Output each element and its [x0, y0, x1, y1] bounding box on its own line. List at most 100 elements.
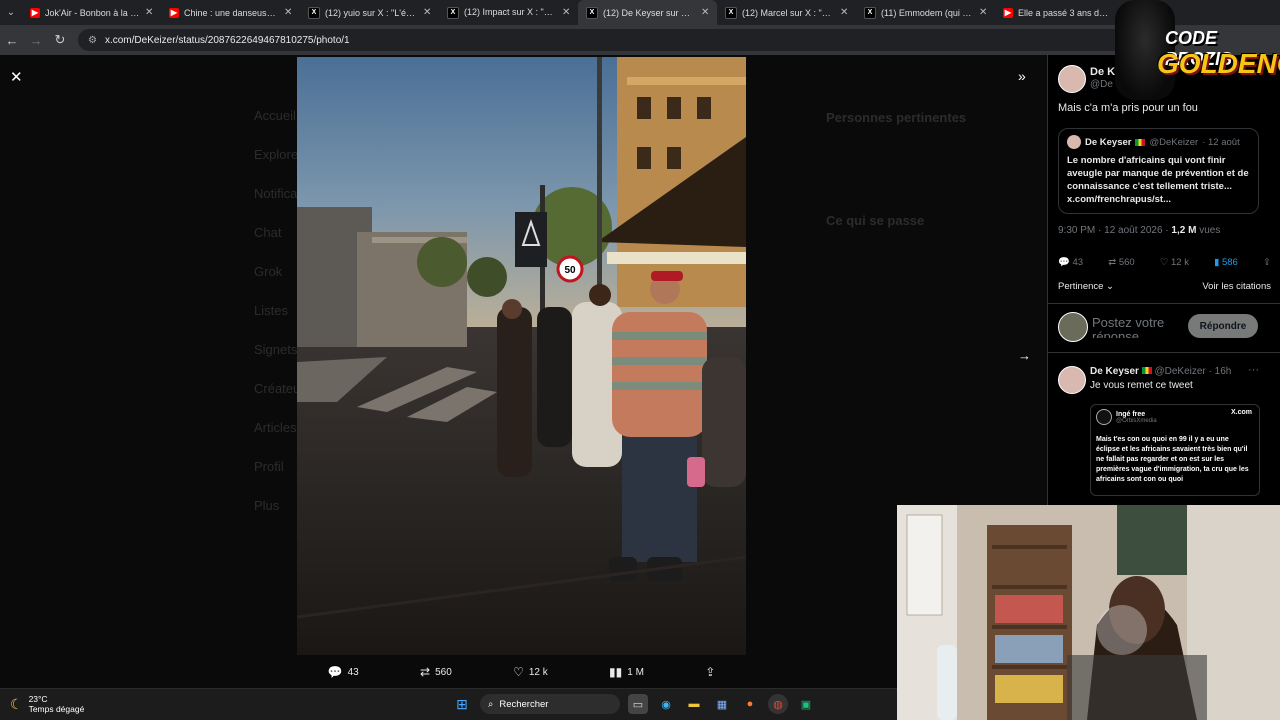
flag-icon: [1141, 367, 1152, 374]
close-tab-icon[interactable]: ✕: [145, 7, 155, 18]
author-name[interactable]: De K: [1090, 66, 1115, 78]
more-icon[interactable]: ···: [1248, 364, 1259, 376]
like-count: 12 k: [528, 666, 548, 678]
close-tab-icon[interactable]: ✕: [979, 7, 989, 18]
youtube-icon: ▶: [169, 7, 179, 18]
tab-title: Jok'Air - Bonbon à la me: [45, 7, 140, 18]
tweet-text: Mais c'a m'a pris pour un fou: [1058, 102, 1198, 114]
back-icon[interactable]: ←: [0, 33, 24, 48]
embedded-screenshot[interactable]: Ingé free @OrbisXmedia X.com Mais t'es c…: [1090, 404, 1260, 496]
dimmed-nav-item: Profil: [254, 459, 284, 474]
site-info-icon[interactable]: ⚙: [88, 35, 97, 46]
weather-temp: 23°C: [28, 694, 48, 704]
reply-action[interactable]: 💬 43: [328, 665, 359, 679]
forward-icon[interactable]: →: [24, 33, 48, 48]
close-tab-icon[interactable]: ✕: [562, 7, 572, 18]
youtube-icon: ▶: [1003, 7, 1013, 18]
share-icon[interactable]: ⇪: [1263, 257, 1271, 268]
browser-tab[interactable]: X (11) Emmodem (qui doit ✕: [856, 0, 995, 25]
weather-widget[interactable]: ☾ 23°C Temps dégagé: [10, 694, 84, 714]
tweet-views-label: vues: [1196, 225, 1221, 236]
tab-search-button[interactable]: ⌄: [0, 0, 22, 25]
browser-tab[interactable]: X (12) De Keyser sur X : " ✕: [578, 0, 717, 25]
close-tab-icon[interactable]: ✕: [284, 7, 294, 18]
browser-tab[interactable]: ▶ Jok'Air - Bonbon à la me ✕: [22, 0, 161, 25]
views-action[interactable]: ▮▮ 1 M: [609, 665, 644, 679]
tweet-meta: 9:30 PM · 12 août 2026 · 1,2 M vues: [1058, 225, 1220, 236]
edge-icon[interactable]: ◉: [656, 694, 676, 714]
embed-author: Ingé free: [1116, 410, 1146, 418]
reply-stat[interactable]: 💬 43: [1058, 257, 1083, 268]
search-icon: ⌕: [488, 698, 494, 710]
taskbar-apps: ⊞ ⌕ Rechercher ▭ ◉ ▬ ▦ ● ◍ ▣: [452, 694, 816, 714]
tab-title: (12) yuio sur X : "L'éclipse: [325, 7, 418, 18]
dimmed-nav-item: Explorer: [254, 147, 303, 162]
dimmed-nav-item: Chat: [254, 225, 282, 240]
windows-start-icon[interactable]: ⊞: [452, 694, 472, 714]
tab-title: (12) Impact sur X : "🌋 rel: [464, 7, 557, 17]
tweet-timestamp[interactable]: 9:30 PM · 12 août 2026 ·: [1058, 225, 1171, 236]
close-tab-icon[interactable]: ✕: [423, 7, 433, 18]
bookmark-stat[interactable]: ▮ 586: [1214, 257, 1238, 268]
dimmed-nav-item: Listes: [254, 303, 288, 318]
avatar: [1058, 312, 1088, 342]
app-icon[interactable]: ▣: [796, 694, 816, 714]
reply-author[interactable]: De Keyser: [1090, 366, 1139, 377]
heart-icon: ♡: [513, 665, 524, 679]
author-handle[interactable]: @De: [1090, 79, 1113, 90]
browser-tab[interactable]: ▶Elle a passé 3 ans dans la✕: [995, 0, 1134, 25]
browser-tab[interactable]: X (12) Marcel sur X : "Les p ✕: [717, 0, 856, 25]
view-quotes-link[interactable]: Voir les citations: [1202, 281, 1271, 292]
chrome-icon[interactable]: ◍: [768, 694, 788, 714]
close-tab-icon[interactable]: ✕: [840, 7, 850, 18]
embed-site: X.com: [1230, 409, 1252, 416]
dimmed-nav-item: Articles: [254, 420, 297, 435]
repost-action[interactable]: ⇄ 560: [420, 665, 452, 679]
analytics-icon: ▮▮: [609, 665, 623, 679]
youtube-icon: ▶: [30, 7, 40, 18]
avatar[interactable]: [1058, 65, 1086, 93]
address-bar[interactable]: ⚙ x.com/DeKeizer/status/2087622649467810…: [78, 29, 1128, 51]
reload-icon[interactable]: ↻: [48, 32, 72, 48]
like-stat[interactable]: ♡ 12 k: [1160, 257, 1189, 268]
repost-count: 560: [435, 666, 452, 678]
taskbar-search[interactable]: ⌕ Rechercher: [480, 694, 620, 714]
toolbar: ← → ↻ ⚙ x.com/DeKeizer/status/2087622649…: [0, 25, 1280, 55]
reply-button[interactable]: Répondre: [1188, 314, 1258, 338]
avatar[interactable]: [1058, 366, 1086, 394]
embed-text: Mais t'es con ou quoi en 99 il y a eu un…: [1096, 436, 1249, 483]
share-action[interactable]: ⇪: [705, 665, 715, 679]
reply-icon: 💬: [327, 665, 343, 679]
task-view-icon[interactable]: ▭: [628, 694, 648, 714]
x-icon: X: [725, 6, 737, 19]
stream-logo-overlay: CODE PROZIS GOLDENG: [1115, 0, 1280, 100]
logo-line2: GOLDENG: [1157, 48, 1280, 79]
speed-sign-text: 50: [564, 265, 576, 276]
repost-icon: ⇄: [420, 665, 431, 679]
quote-handle: @DeKeizer: [1149, 136, 1199, 148]
firefox-icon[interactable]: ●: [740, 694, 760, 714]
reply-handle: @DeKeizer · 16h: [1154, 366, 1232, 377]
tab-title: (11) Emmodem (qui doit: [881, 7, 974, 18]
next-photo-icon[interactable]: →: [1018, 348, 1031, 363]
dimmed-nav-item: Accueil: [254, 108, 296, 123]
collapse-panel-icon[interactable]: »: [1018, 68, 1026, 84]
quoted-tweet[interactable]: De Keyser @DeKeizer · 12 août Le nombre …: [1058, 128, 1259, 214]
store-icon[interactable]: ▦: [712, 694, 732, 714]
browser-tab[interactable]: X (12) yuio sur X : "L'éclipse ✕: [300, 0, 439, 25]
reply-input[interactable]: Postez votre réponse: [1092, 316, 1187, 338]
close-tab-icon[interactable]: ✕: [701, 7, 711, 18]
tweet-stats: 💬 43 ⇄ 560 ♡ 12 k ▮ 586 ⇪: [1058, 257, 1271, 268]
browser-tab[interactable]: ▶ Chine : une danseuse gri ✕: [161, 0, 300, 25]
avatar: [1067, 135, 1081, 149]
browser-tab[interactable]: X (12) Impact sur X : "🌋 rel ✕: [439, 0, 578, 25]
file-explorer-icon[interactable]: ▬: [684, 694, 704, 714]
share-icon: ⇪: [705, 665, 716, 679]
quote-date: · 12 août: [1202, 136, 1240, 148]
like-action[interactable]: ♡ 12 k: [513, 665, 548, 679]
sort-dropdown[interactable]: Pertinence ⌄: [1058, 281, 1114, 292]
dimmed-nav-item: Signets: [254, 342, 298, 357]
repost-stat[interactable]: ⇄ 560: [1108, 257, 1134, 268]
dimmed-heading-trending: Ce qui se passe: [826, 213, 925, 228]
close-icon[interactable]: ✕: [10, 68, 23, 86]
